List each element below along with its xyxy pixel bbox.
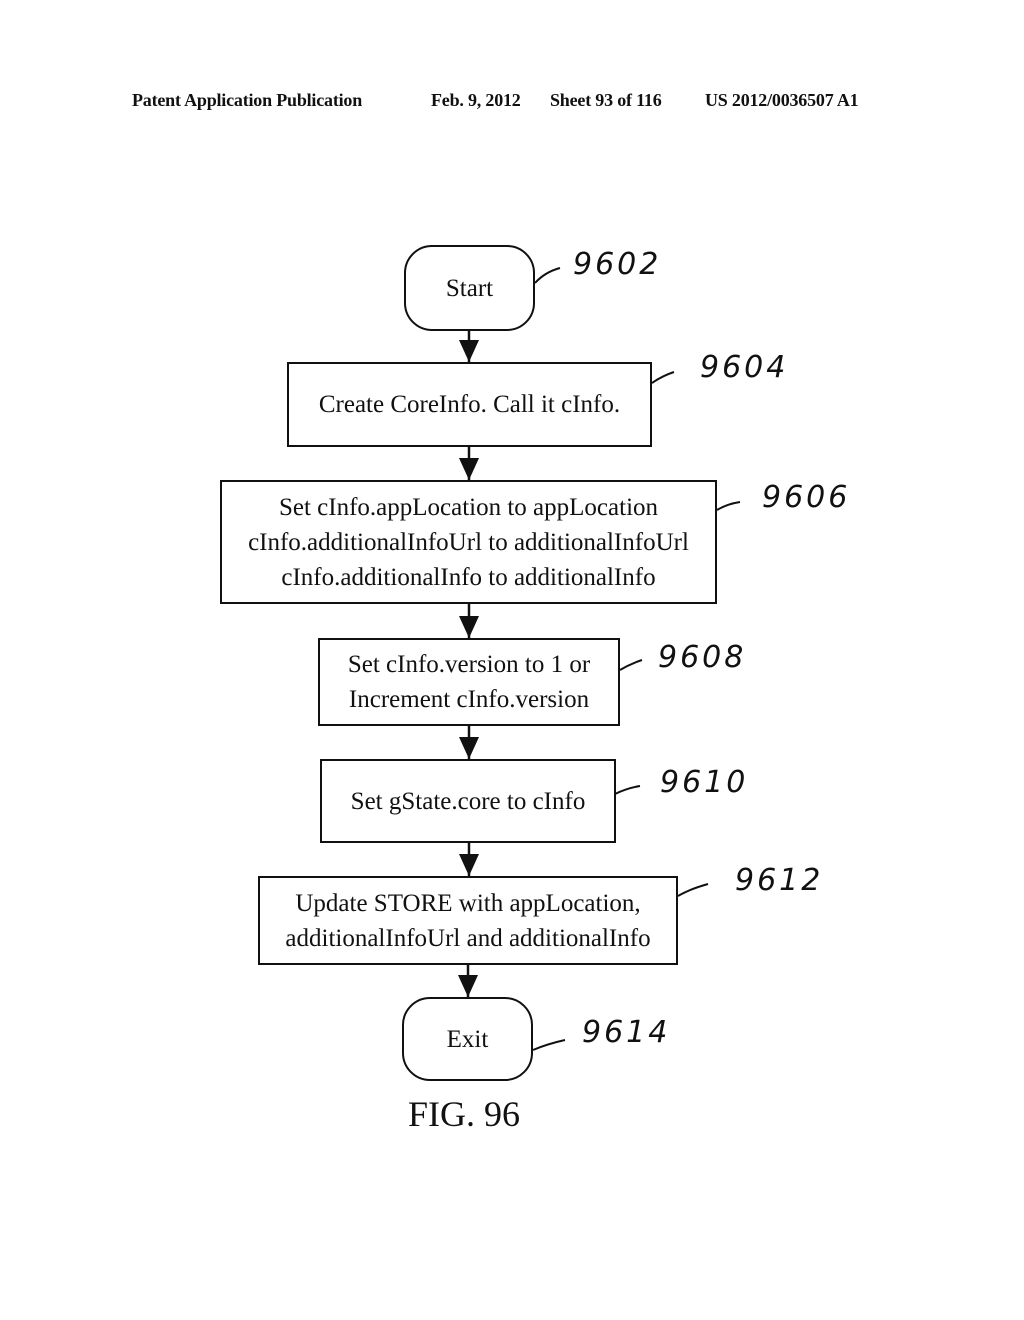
ref-9614: 9614 bbox=[582, 1015, 671, 1050]
ref-9608: 9608 bbox=[658, 640, 747, 675]
ref-9604: 9604 bbox=[700, 350, 789, 385]
arrowhead-9608-9610 bbox=[459, 737, 479, 759]
arrowhead-9602-9604 bbox=[459, 340, 479, 362]
node-update-store: Update STORE with appLocation, additiona… bbox=[258, 876, 678, 965]
node-update-store-line-1: Update STORE with appLocation, bbox=[295, 889, 641, 917]
leader-9614 bbox=[532, 1039, 566, 1051]
node-set-version-line-1: Set cInfo.version to 1 or bbox=[347, 651, 591, 678]
node-set-version-line-2: Increment cInfo.version bbox=[348, 686, 590, 713]
node-set-cinfo-line-3: cInfo.additionalInfo to additionalInfo bbox=[281, 563, 656, 591]
node-set-version: Set cInfo.version to 1 or Increment cInf… bbox=[318, 638, 620, 726]
ref-9612: 9612 bbox=[735, 863, 824, 898]
node-start-text: Start bbox=[445, 274, 494, 302]
node-exit: Exit bbox=[402, 997, 533, 1081]
node-set-cinfo-line-1: Set cInfo.appLocation to appLocation bbox=[278, 493, 659, 521]
arrowhead-9606-9608 bbox=[459, 616, 479, 638]
node-create-coreinfo: Create CoreInfo. Call it cInfo. bbox=[287, 362, 652, 447]
leader-9612 bbox=[677, 883, 709, 897]
figure-label: FIG. 96 bbox=[408, 1094, 521, 1134]
arrowhead-9610-9612 bbox=[459, 854, 479, 876]
ref-9606: 9606 bbox=[762, 480, 851, 515]
node-set-cinfo-fields: Set cInfo.appLocation to appLocation cIn… bbox=[220, 480, 717, 604]
leader-9608 bbox=[619, 659, 643, 671]
ref-9602: 9602 bbox=[573, 247, 662, 282]
leader-9602 bbox=[534, 267, 561, 284]
node-create-coreinfo-text: Create CoreInfo. Call it cInfo. bbox=[318, 391, 621, 418]
leader-9606 bbox=[716, 501, 741, 511]
ref-9610: 9610 bbox=[660, 765, 749, 800]
node-start: Start bbox=[404, 245, 535, 331]
node-set-cinfo-line-2: cInfo.additionalInfoUrl to additionalInf… bbox=[248, 528, 689, 556]
arrowhead-9612-9614 bbox=[458, 975, 478, 997]
node-update-store-line-2: additionalInfoUrl and additionalInfo bbox=[285, 924, 651, 952]
node-exit-text: Exit bbox=[446, 1025, 489, 1053]
arrowhead-9604-9606 bbox=[459, 458, 479, 480]
node-set-gstate-text: Set gState.core to cInfo bbox=[350, 787, 586, 815]
node-set-gstate: Set gState.core to cInfo bbox=[320, 759, 616, 843]
leader-9604 bbox=[651, 371, 675, 384]
leader-9610 bbox=[614, 785, 641, 795]
